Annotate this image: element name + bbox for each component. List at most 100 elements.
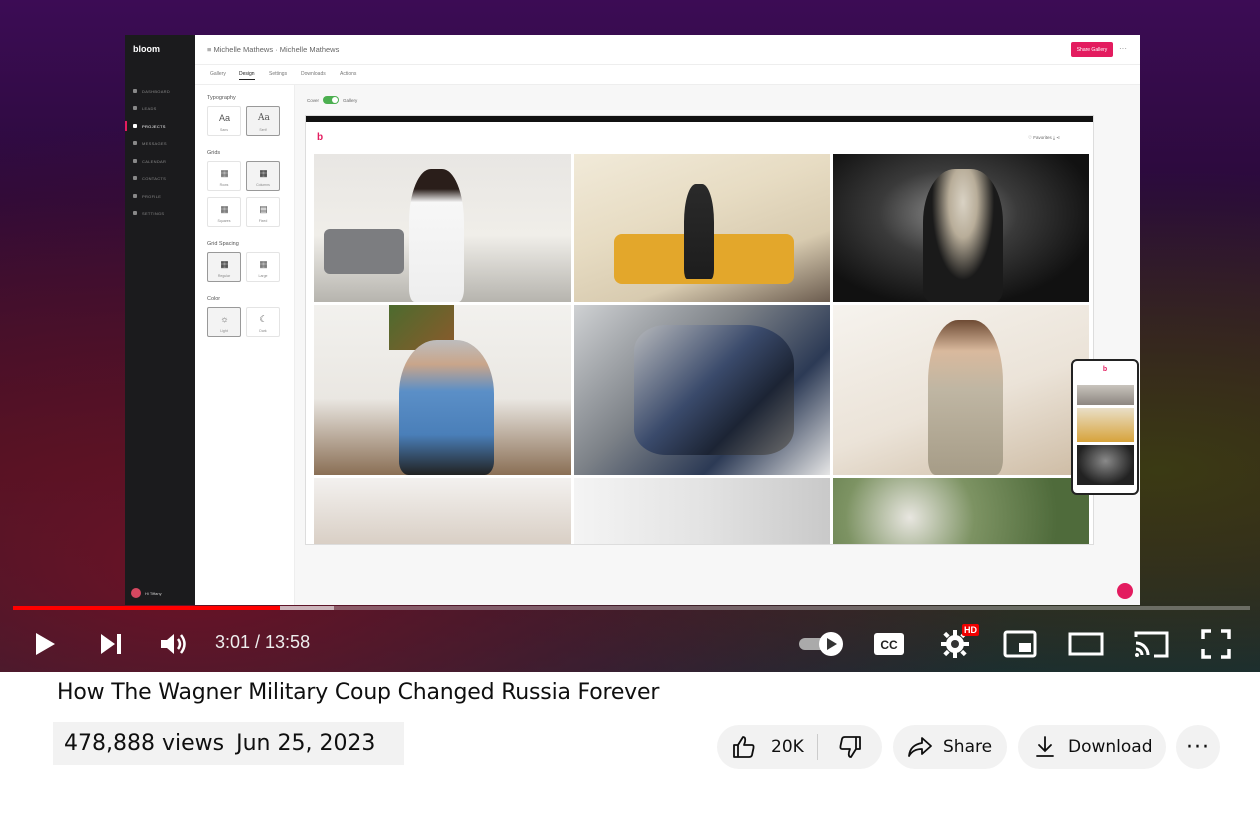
volume-button[interactable]: [156, 627, 192, 661]
more-icon: ···: [1186, 734, 1210, 760]
app-user-menu: Hi Tiffany: [131, 588, 162, 598]
avatar: [131, 588, 141, 598]
spacing-large-option: ▦ Large: [246, 252, 280, 282]
dashboard-icon: [133, 89, 137, 93]
sidebar-item-dashboard: DASHBOARD: [133, 86, 188, 96]
chat-icon: [1117, 583, 1133, 599]
leads-icon: [133, 106, 137, 110]
sidebar-item-leads: LEADS: [133, 103, 188, 113]
like-count: 20K: [771, 737, 804, 757]
time-display: 3:01 / 13:58: [215, 632, 311, 652]
cc-icon: CC: [874, 633, 904, 655]
recorded-app-screen: bloom DASHBOARD LEADS PROJECTS MESSAGES …: [125, 35, 1140, 605]
mobile-preview: b: [1071, 359, 1139, 495]
projects-icon: [133, 124, 137, 128]
typography-serif-option: Aa Serif: [246, 106, 280, 136]
settings-icon: [133, 211, 137, 215]
breadcrumb: ≡ Michelle Mathews · Michelle Mathews: [207, 45, 340, 54]
play-icon: [36, 633, 55, 655]
photo-tile: [314, 305, 571, 475]
grid-spacing-heading: Grid Spacing: [207, 241, 239, 247]
tab-design: Design: [239, 71, 255, 80]
progress-bar[interactable]: [13, 606, 1250, 610]
download-button[interactable]: Download: [1018, 725, 1166, 769]
sidebar-item-messages: MESSAGES: [133, 138, 188, 148]
color-dark-option: ☾ Dark: [246, 307, 280, 337]
preview-window-bar: [306, 116, 1093, 122]
play-button[interactable]: [28, 627, 62, 661]
sidebar-item-projects: PROJECTS: [133, 121, 188, 131]
share-button[interactable]: Share: [893, 725, 1007, 769]
share-icon: [908, 737, 932, 757]
more-actions-button[interactable]: ···: [1176, 725, 1220, 769]
app-more-icon: ···: [1119, 44, 1127, 53]
tab-downloads: Downloads: [301, 71, 326, 77]
calendar-icon: [133, 159, 137, 163]
grid-rows-option: ▦ Rows: [207, 161, 241, 191]
tab-gallery: Gallery: [210, 71, 226, 77]
fullscreen-icon: [1201, 629, 1231, 659]
photo-tile: [574, 478, 830, 544]
miniplayer-button[interactable]: [1001, 628, 1039, 660]
next-button[interactable]: [94, 627, 128, 661]
download-icon: [1036, 736, 1054, 757]
view-count: 478,888 views: [64, 731, 225, 756]
photo-tile: [833, 305, 1089, 475]
photo-tile: [314, 478, 571, 544]
gallery-preview-area: Cover Gallery b ♡ Favorites ⤓ ⋖ b: [295, 85, 1140, 605]
spacing-regular-option: ▦ Regular: [207, 252, 241, 282]
volume-icon: [161, 634, 186, 654]
grids-heading: Grids: [207, 150, 221, 156]
autoplay-toggle[interactable]: [797, 630, 847, 658]
cast-icon: [1134, 631, 1169, 658]
toggle-switch: [323, 96, 340, 104]
like-dislike-group: 20K: [717, 725, 882, 769]
color-heading: Color: [207, 296, 221, 302]
photo-tile: [574, 305, 830, 475]
svg-text:CC: CC: [880, 638, 898, 652]
app-header: ≡ Michelle Mathews · Michelle Mathews Sh…: [195, 35, 1140, 65]
profile-icon: [133, 194, 137, 198]
design-panel: Typography Aa Sans Aa Serif Grids ▦ Rows ▦ C…: [195, 85, 295, 605]
sidebar-item-calendar: CALENDAR: [133, 156, 188, 166]
hd-badge: HD: [962, 624, 979, 636]
typography-sans-option: Aa Sans: [207, 106, 241, 136]
progress-played: [13, 606, 280, 610]
app-sidebar: bloom DASHBOARD LEADS PROJECTS MESSAGES …: [125, 35, 195, 605]
app-tabs: Gallery Design Settings Downloads Action…: [195, 65, 1140, 85]
cover-gallery-toggle: Cover Gallery: [307, 96, 358, 104]
preview-favorites: ♡ Favorites ⤓ ⋖: [1028, 135, 1061, 140]
theater-icon: [1068, 632, 1104, 656]
theater-mode-button[interactable]: [1066, 628, 1106, 660]
video-player[interactable]: bloom DASHBOARD LEADS PROJECTS MESSAGES …: [0, 0, 1260, 672]
fullscreen-button[interactable]: [1198, 627, 1234, 661]
photo-tile: [833, 478, 1089, 544]
autoplay-icon: [799, 632, 843, 656]
contacts-icon: [133, 176, 137, 180]
sidebar-active-indicator: [125, 121, 127, 131]
preview-logo: b: [317, 132, 324, 143]
grid-columns-option: ▦ Columns: [246, 161, 280, 191]
video-meta[interactable]: 478,888 views Jun 25, 2023: [53, 722, 404, 765]
app-logo: bloom: [133, 44, 160, 54]
grid-fixed-option: ▤ Fixed: [246, 197, 280, 227]
sidebar-item-contacts: CONTACTS: [133, 173, 188, 183]
like-button[interactable]: 20K: [717, 725, 817, 769]
miniplayer-icon: [1003, 630, 1037, 658]
share-gallery-button: Share Gallery: [1071, 42, 1113, 57]
photo-tile: [574, 154, 830, 302]
upload-date: Jun 25, 2023: [236, 731, 376, 756]
photo-tile: [314, 154, 571, 302]
thumbs-down-icon: [839, 736, 861, 758]
thumbs-up-icon: [733, 736, 755, 758]
tab-settings: Settings: [269, 71, 288, 77]
video-title: How The Wagner Military Coup Changed Rus…: [57, 680, 660, 705]
sidebar-item-profile: PROFILE: [133, 191, 188, 201]
photo-tile: [833, 154, 1089, 302]
cast-button[interactable]: [1132, 627, 1172, 661]
typography-heading: Typography: [207, 95, 236, 101]
captions-button[interactable]: CC: [871, 628, 907, 660]
color-light-option: ☼ Light: [207, 307, 241, 337]
dislike-button[interactable]: [818, 725, 882, 769]
tab-actions: Actions: [340, 71, 357, 77]
